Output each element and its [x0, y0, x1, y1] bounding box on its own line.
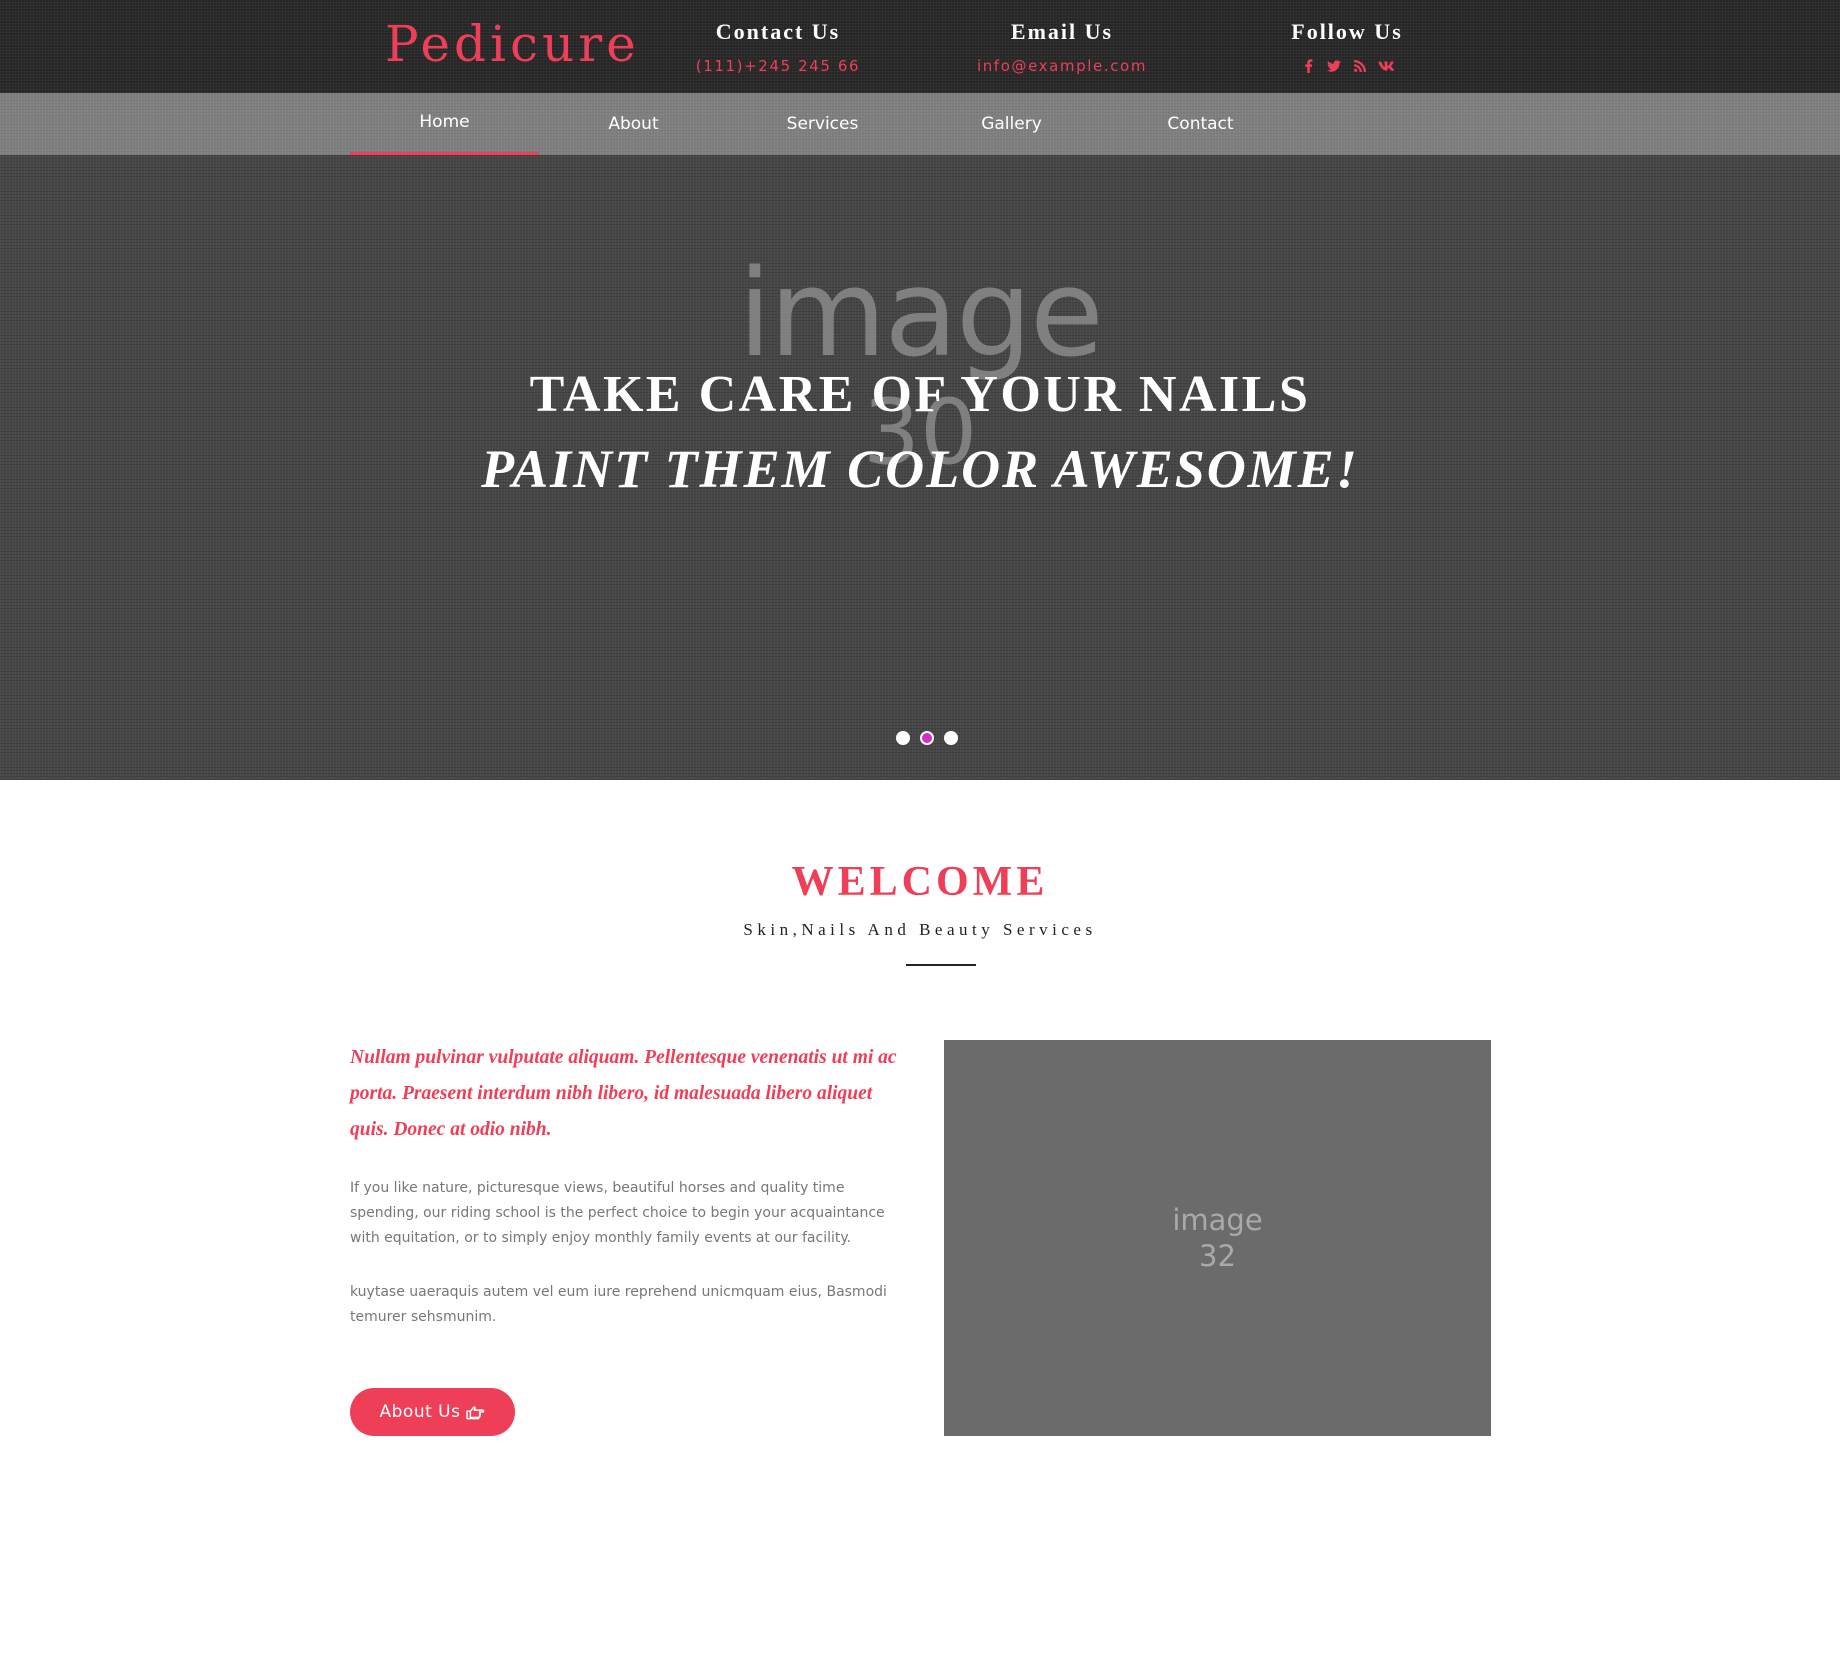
contact-block: Contact Us (111)+245 245 66: [658, 18, 898, 77]
nav-item-contact[interactable]: Contact: [1106, 93, 1295, 155]
site-logo[interactable]: Pedicure: [385, 14, 640, 74]
email-title: Email Us: [1010, 19, 1114, 44]
follow-block: Follow Us: [1227, 18, 1467, 77]
twitter-icon[interactable]: [1324, 56, 1344, 76]
nav-item-gallery[interactable]: Gallery: [917, 93, 1106, 155]
about-us-button[interactable]: About Us: [350, 1388, 515, 1436]
contact-title: Contact Us: [715, 19, 841, 44]
nav-item-about[interactable]: About: [539, 93, 728, 155]
facebook-icon[interactable]: [1298, 56, 1318, 76]
hero-placeholder-word: image: [738, 245, 1104, 384]
welcome-subtitle: Skin,Nails And Beauty Services: [743, 920, 1097, 939]
slider-dot-1[interactable]: [896, 731, 910, 745]
welcome-title: WELCOME: [791, 859, 1049, 905]
slider-dots: [896, 731, 958, 745]
vk-icon[interactable]: [1376, 56, 1396, 76]
slider-dot-3[interactable]: [944, 731, 958, 745]
hero-tagline: PAINT THEM COLOR AWESOME!: [481, 439, 1359, 499]
slider-dot-2[interactable]: [920, 731, 934, 745]
hand-pointing-right-icon: [466, 1405, 485, 1419]
welcome-lead-text: Nullam pulvinar vulputate aliquam. Pelle…: [350, 1047, 897, 1140]
welcome-image-placeholder-word: image: [1172, 1203, 1263, 1237]
title-divider: [906, 964, 976, 966]
rss-icon[interactable]: [1350, 56, 1370, 76]
follow-title: Follow Us: [1291, 19, 1403, 44]
contact-phone: (111)+245 245 66: [695, 57, 861, 75]
nav-item-services[interactable]: Services: [728, 93, 917, 155]
welcome-image-placeholder: image 32: [1172, 1202, 1262, 1274]
hero-slider: image 30 TAKE CARE OF YOUR NAILS PAINT T…: [0, 155, 1840, 780]
welcome-paragraph-1: If you like nature, picturesque views, b…: [350, 1180, 885, 1246]
welcome-image-placeholder-number: 32: [1199, 1239, 1236, 1273]
main-nav: Home About Services Gallery Contact: [0, 93, 1840, 155]
email-link[interactable]: info@example.com: [977, 55, 1147, 77]
nav-item-home[interactable]: Home: [350, 93, 539, 155]
about-us-button-label: About Us: [379, 1402, 461, 1422]
email-block: Email Us info@example.com: [942, 18, 1182, 77]
hero-headline: TAKE CARE OF YOUR NAILS: [529, 366, 1311, 423]
top-header: Pedicure Contact Us (111)+245 245 66 Ema…: [0, 0, 1840, 93]
welcome-image: image 32: [944, 1040, 1491, 1436]
social-links: [1227, 55, 1467, 77]
welcome-paragraph-2: kuytase uaeraquis autem vel eum iure rep…: [350, 1284, 887, 1325]
